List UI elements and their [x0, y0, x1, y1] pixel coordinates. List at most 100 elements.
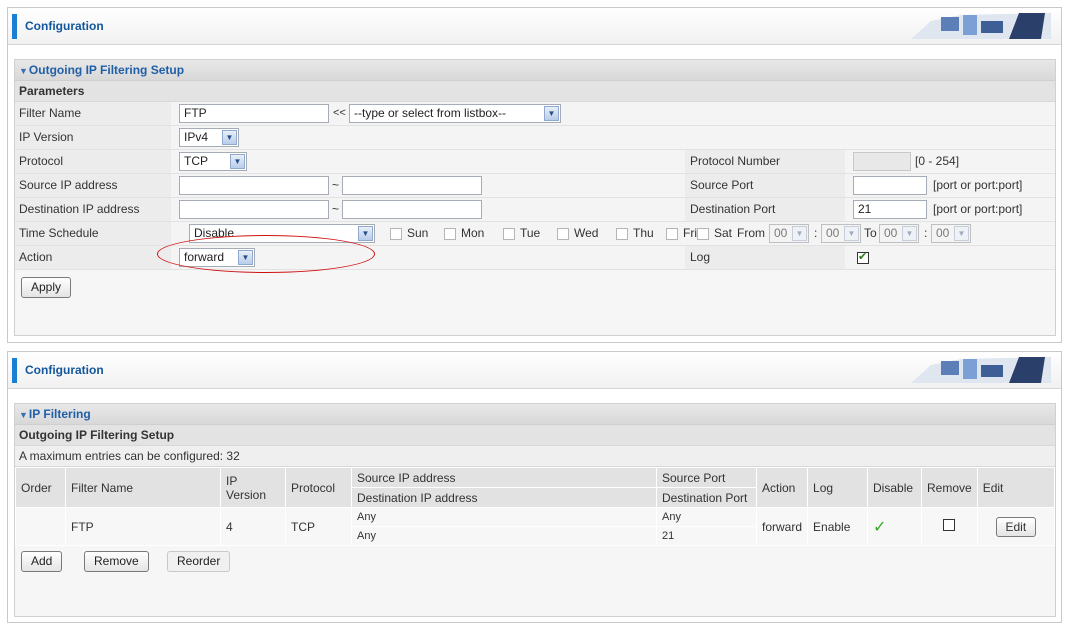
checkbox-sat[interactable] [697, 228, 709, 240]
from-hour-select[interactable]: 00 ▼ [769, 224, 809, 243]
weekday-label-mon: Mon [461, 226, 485, 240]
col-source-ip: Source IP address [351, 467, 657, 488]
cell-log: Enable [807, 507, 869, 546]
protocol-select[interactable]: TCP ▼ [179, 152, 247, 171]
col-log: Log [807, 467, 869, 508]
from-label: From [737, 226, 765, 240]
outgoing-filter-panel: Configuration ▼Outgoing IP Filtering Set… [7, 7, 1062, 343]
accent-bar [12, 14, 17, 39]
time-colon: : [814, 226, 818, 240]
cell-destination-port: 21 [656, 526, 757, 546]
apply-button[interactable]: Apply [21, 277, 72, 298]
filter-name-listbox[interactable]: --type or select from listbox-- ▼ [349, 104, 561, 123]
log-label: Log [685, 246, 845, 269]
accent-bar [12, 358, 17, 383]
filter-name-arrows[interactable]: << [333, 102, 346, 125]
time-colon: : [924, 226, 928, 240]
weekday-label-sun: Sun [407, 226, 429, 240]
source-ip-row: Source IP address ~ Source Port [port or… [15, 174, 1055, 198]
filter-name-row: Filter Name FTP << --type or select from… [15, 102, 1055, 126]
outgoing-filter-section: ▼Outgoing IP Filtering Setup Parameters … [14, 59, 1056, 336]
outgoing-setup-title: Outgoing IP Filtering Setup [15, 425, 1055, 446]
network-graphic-icon [911, 13, 1051, 39]
protocol-number-input[interactable] [853, 152, 911, 171]
col-destination-ip: Destination IP address [351, 487, 657, 508]
config-header: Configuration [8, 8, 1061, 45]
time-schedule-row: Time Schedule Disable ▼ Sun Mon Tue Wed Thu F… [15, 222, 1055, 246]
collapse-triangle-icon[interactable]: ▼ [19, 66, 28, 76]
destination-ip-end-input[interactable] [342, 200, 482, 219]
col-destination-port: Destination Port [656, 487, 757, 508]
log-checkbox[interactable] [857, 250, 869, 264]
ip-version-select[interactable]: IPv4 ▼ [179, 128, 239, 147]
to-minute-select[interactable]: 00 ▼ [931, 224, 971, 243]
weekday-label-thu: Thu [633, 226, 654, 240]
source-port-label: Source Port [685, 174, 845, 197]
ip-filtering-panel: Configuration ▼IP Filtering Outgoing IP … [7, 351, 1062, 623]
source-ip-start-input[interactable] [179, 176, 329, 195]
cell-source-port: Any [656, 507, 757, 527]
destination-ip-row: Destination IP address ~ Destination Por… [15, 198, 1055, 222]
cell-remove [921, 507, 978, 546]
checkmark-icon: ✓ [873, 518, 887, 536]
parameters-title: Parameters [15, 81, 1055, 102]
cell-action: forward [755, 507, 809, 546]
protocol-number-label: Protocol Number [685, 150, 845, 173]
chevron-down-icon: ▼ [230, 154, 245, 169]
cell-protocol: TCP [285, 507, 352, 546]
table-row: FTP 4 TCP Any Any forward Enable ✓ Edit [15, 507, 1056, 546]
remove-button[interactable]: Remove [84, 551, 149, 572]
from-minute-select[interactable]: 00 ▼ [821, 224, 861, 243]
checkbox-fri[interactable] [666, 228, 678, 240]
weekday-label-tue: Tue [520, 226, 541, 240]
chevron-down-icon: ▼ [902, 226, 917, 241]
destination-port-hint: [port or port:port] [933, 202, 1023, 216]
chevron-down-icon: ▼ [792, 226, 807, 241]
checkbox-tue[interactable] [503, 228, 515, 240]
table-buttons: Add Remove Reorder [15, 546, 1055, 576]
protocol-number-hint: [0 - 254] [915, 154, 960, 168]
ip-filtering-section: ▼IP Filtering Outgoing IP Filtering Setu… [14, 403, 1056, 617]
chevron-down-icon: ▼ [544, 106, 559, 121]
cell-edit: Edit [976, 507, 1056, 546]
checkbox-thu[interactable] [616, 228, 628, 240]
cell-source-ip: Any [351, 507, 657, 527]
chevron-down-icon: ▼ [844, 226, 859, 241]
add-button[interactable]: Add [21, 551, 63, 572]
to-hour-select[interactable]: 00 ▼ [879, 224, 919, 243]
source-port-input[interactable] [853, 176, 927, 195]
protocol-label: Protocol [15, 150, 171, 173]
col-protocol: Protocol [285, 467, 352, 508]
filter-name-label: Filter Name [15, 102, 171, 125]
range-separator: ~ [332, 202, 340, 216]
remove-checkbox[interactable] [943, 519, 956, 531]
section-title: ▼IP Filtering [15, 404, 1055, 425]
network-graphic-icon [911, 357, 1051, 383]
ip-version-label: IP Version [15, 126, 171, 149]
destination-ip-label: Destination IP address [15, 198, 171, 221]
filter-name-input[interactable]: FTP [179, 104, 329, 123]
config-title: Configuration [25, 363, 104, 377]
destination-ip-start-input[interactable] [179, 200, 329, 219]
cell-destination-ip: Any [351, 526, 657, 546]
collapse-triangle-icon[interactable]: ▼ [19, 410, 28, 420]
source-ip-end-input[interactable] [342, 176, 482, 195]
col-source-port: Source Port [656, 467, 757, 488]
chevron-down-icon: ▼ [358, 226, 373, 241]
checkbox-mon[interactable] [444, 228, 456, 240]
col-ip-version: IP Version [220, 467, 286, 508]
edit-button[interactable]: Edit [995, 516, 1037, 537]
col-order: Order [15, 467, 66, 508]
chevron-down-icon: ▼ [222, 130, 237, 145]
col-filter-name: Filter Name [65, 467, 221, 508]
destination-port-input[interactable]: 21 [853, 200, 927, 219]
cell-order [15, 507, 66, 546]
reorder-button[interactable]: Reorder [167, 551, 231, 572]
checkbox-sun[interactable] [390, 228, 402, 240]
cell-filter-name: FTP [65, 507, 221, 546]
highlight-circle [157, 235, 375, 273]
chevron-down-icon: ▼ [954, 226, 969, 241]
cell-ip-version: 4 [220, 507, 286, 546]
to-label: To [864, 226, 877, 240]
checkbox-wed[interactable] [557, 228, 569, 240]
